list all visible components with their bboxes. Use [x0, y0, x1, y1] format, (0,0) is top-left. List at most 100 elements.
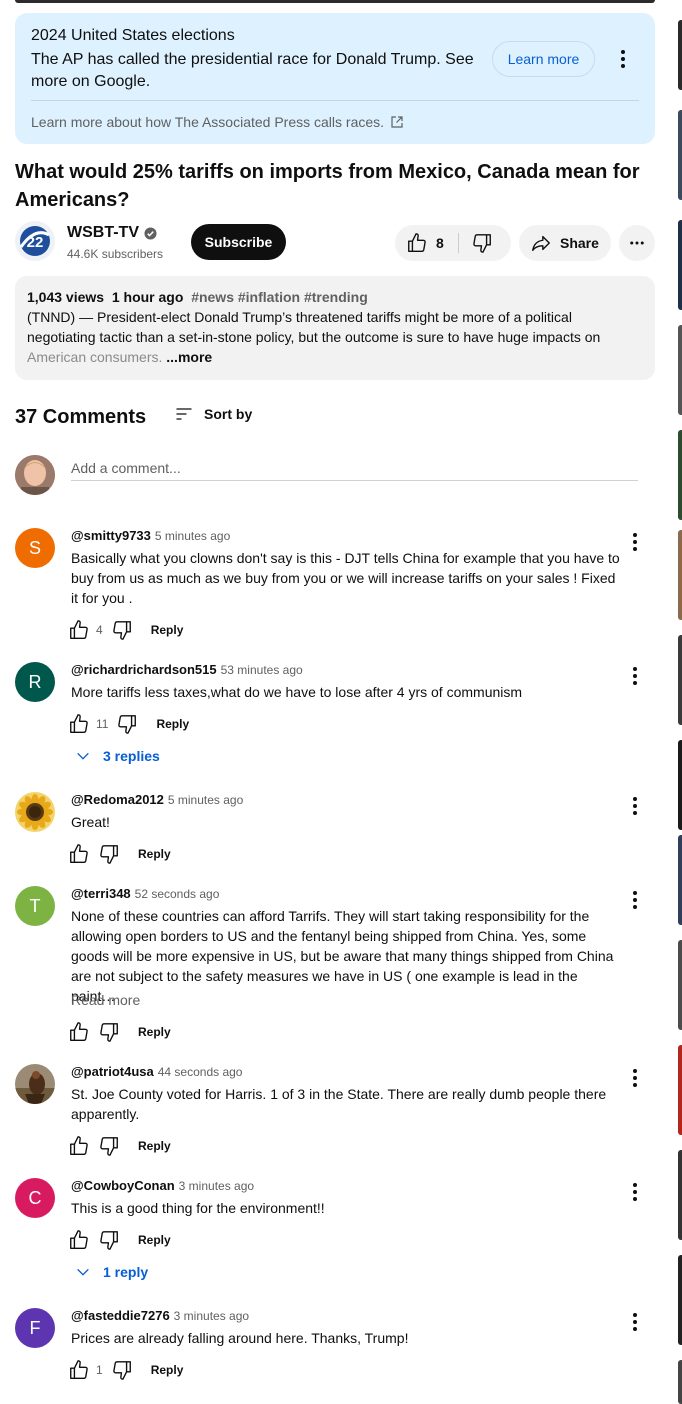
comment-author[interactable]: @patriot4usa — [71, 1064, 154, 1079]
comment-time[interactable]: 3 minutes ago — [174, 1309, 249, 1323]
share-icon — [530, 232, 552, 254]
thumbs-up-icon — [68, 619, 90, 641]
read-more-link[interactable]: Read more — [71, 992, 140, 1008]
view-replies-button[interactable]: 3 replies — [75, 748, 160, 764]
video-description[interactable]: 1,043 views 1 hour ago #news #inflation … — [15, 276, 655, 380]
comment-time[interactable]: 3 minutes ago — [179, 1179, 254, 1193]
comment-actions: 11 Reply — [68, 712, 189, 736]
comment-dislike-button[interactable] — [111, 1359, 133, 1381]
comment-like-button[interactable] — [68, 1021, 90, 1043]
sort-by-button[interactable]: Sort by — [174, 404, 252, 424]
chevron-down-icon — [75, 1264, 91, 1280]
comment-like-button[interactable] — [68, 1135, 90, 1157]
subscriber-count: 44.6K subscribers — [67, 247, 164, 261]
hashtags[interactable]: #news #inflation #trending — [191, 289, 368, 305]
comment-actions: 1 Reply — [68, 1358, 183, 1382]
avatar-letter: R — [28, 671, 42, 692]
commenter-avatar[interactable]: S — [15, 528, 55, 568]
thumbs-down-icon — [98, 1229, 120, 1251]
commenter-avatar[interactable]: R — [15, 662, 55, 702]
dislike-button[interactable] — [459, 225, 511, 261]
comment-header: @Redoma2012 5 minutes ago — [71, 792, 243, 807]
comment-more-icon[interactable] — [623, 794, 647, 818]
comment-dislike-button[interactable] — [98, 1021, 120, 1043]
add-comment-input[interactable] — [71, 456, 638, 481]
like-button[interactable]: 8 — [395, 225, 458, 261]
election-card-text: The AP has called the presidential race … — [31, 51, 474, 90]
comment-like-count: 4 — [96, 623, 103, 637]
comment-time[interactable]: 52 seconds ago — [135, 887, 220, 901]
learn-more-button[interactable]: Learn more — [492, 41, 595, 77]
commenter-avatar[interactable]: T — [15, 886, 55, 926]
comment-author[interactable]: @terri348 — [71, 886, 131, 901]
comment-author[interactable]: @fasteddie7276 — [71, 1308, 170, 1323]
chevron-down-icon — [75, 748, 91, 764]
reply-button[interactable]: Reply — [138, 847, 171, 861]
reply-button[interactable]: Reply — [156, 717, 189, 731]
reply-button[interactable]: Reply — [151, 1363, 184, 1377]
thumbs-down-icon — [98, 1135, 120, 1157]
commenter-avatar[interactable]: C — [15, 1178, 55, 1218]
thumbs-up-icon — [68, 1135, 90, 1157]
channel-name[interactable]: WSBT-TV — [67, 224, 157, 242]
comment-text: This is a good thing for the environment… — [71, 1200, 325, 1216]
reply-button[interactable]: Reply — [138, 1025, 171, 1039]
description-faded: American consumers. — [27, 349, 163, 365]
comment-more-icon[interactable] — [623, 1180, 647, 1204]
comment-more-icon[interactable] — [623, 888, 647, 912]
comment-like-button[interactable]: 11 — [68, 713, 108, 735]
commenter-avatar[interactable] — [15, 1064, 55, 1104]
comment-header: @terri348 52 seconds ago — [71, 886, 219, 901]
comment-dislike-button[interactable] — [116, 713, 138, 735]
comment-more-icon[interactable] — [623, 530, 647, 554]
commenter-avatar[interactable] — [15, 792, 55, 832]
election-info-card: 2024 United States elections The AP has … — [15, 13, 655, 144]
comment-like-button[interactable]: 1 — [68, 1359, 103, 1381]
thumbs-up-icon — [406, 232, 428, 254]
svg-text:22: 22 — [27, 234, 44, 251]
comment-author[interactable]: @CowboyConan — [71, 1178, 175, 1193]
comment-header: @richardrichardson515 53 minutes ago — [71, 662, 303, 677]
comment-like-button[interactable]: 4 — [68, 619, 103, 641]
sort-icon — [174, 404, 194, 424]
reply-button[interactable]: Reply — [151, 623, 184, 637]
description-text: (TNND) — President-elect Donald Trump’s … — [27, 307, 627, 367]
comment-dislike-button[interactable] — [98, 1135, 120, 1157]
ap-calls-races-link[interactable]: Learn more about how The Associated Pres… — [31, 114, 404, 130]
comment-like-count: 11 — [96, 717, 109, 731]
comment-like-button[interactable] — [68, 843, 90, 865]
comment-more-icon[interactable] — [623, 1310, 647, 1334]
show-more-link[interactable]: ...more — [166, 349, 212, 365]
comment-time[interactable]: 44 seconds ago — [158, 1065, 243, 1079]
thumbs-up-icon — [68, 1229, 90, 1251]
comment-time[interactable]: 5 minutes ago — [168, 793, 243, 807]
comment-time[interactable]: 53 minutes ago — [221, 663, 303, 677]
like-dislike-pill: 8 — [395, 225, 511, 261]
commenter-avatar[interactable]: F — [15, 1308, 55, 1348]
more-options-icon[interactable] — [611, 47, 635, 71]
thumbs-down-icon — [98, 843, 120, 865]
avatar-letter: S — [28, 537, 41, 558]
thumbs-down-icon — [116, 713, 138, 735]
comment-text: Prices are already falling around here. … — [71, 1330, 409, 1346]
comment-dislike-button[interactable] — [98, 1229, 120, 1251]
comment-author[interactable]: @smitty9733 — [71, 528, 151, 543]
reply-button[interactable]: Reply — [138, 1139, 171, 1153]
share-button[interactable]: Share — [519, 225, 611, 261]
comment-time[interactable]: 5 minutes ago — [155, 529, 230, 543]
channel-avatar[interactable]: 22 — [15, 221, 55, 261]
description-body: (TNND) — President-elect Donald Trump’s … — [27, 309, 601, 345]
comment-author[interactable]: @richardrichardson515 — [71, 662, 217, 677]
external-link-icon — [390, 115, 404, 129]
comment-dislike-button[interactable] — [98, 843, 120, 865]
view-replies-button[interactable]: 1 reply — [75, 1264, 148, 1280]
comment-more-icon[interactable] — [623, 664, 647, 688]
thumbs-down-icon — [111, 619, 133, 641]
comment-dislike-button[interactable] — [111, 619, 133, 641]
comment-more-icon[interactable] — [623, 1066, 647, 1090]
reply-button[interactable]: Reply — [138, 1233, 171, 1247]
comment-like-button[interactable] — [68, 1229, 90, 1251]
subscribe-button[interactable]: Subscribe — [191, 224, 286, 260]
more-actions-button[interactable] — [619, 225, 655, 261]
comment-author[interactable]: @Redoma2012 — [71, 792, 164, 807]
